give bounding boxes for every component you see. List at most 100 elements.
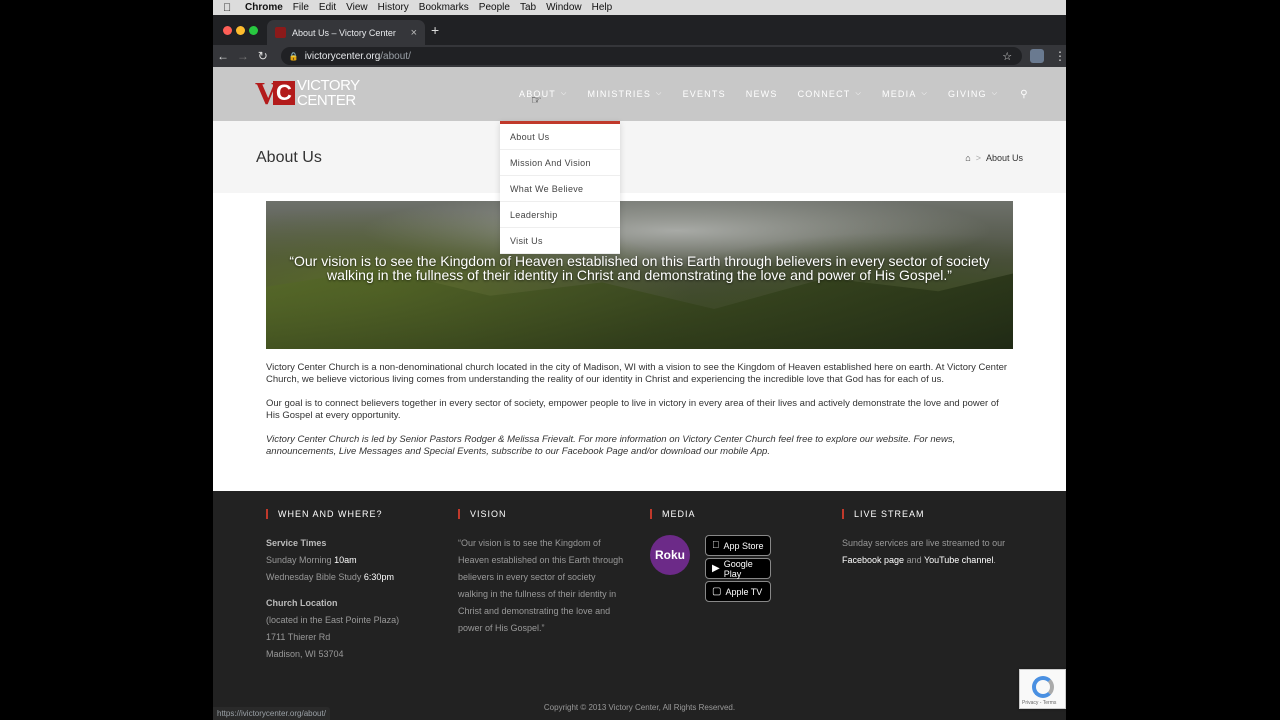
- vision-text: “Our vision is to see the Kingdom of Hea…: [458, 538, 624, 633]
- menu-people[interactable]: People: [479, 2, 510, 13]
- footer-media: MEDIA Roku App Store ▶Google Play ▢Appl…: [650, 509, 820, 605]
- sunday-time: 10am: [334, 555, 357, 565]
- new-tab-icon[interactable]: +: [431, 22, 439, 38]
- menu-tab[interactable]: Tab: [520, 2, 536, 13]
- about-dropdown-menu: About Us Mission And Vision What We Beli…: [500, 121, 620, 254]
- logo-mark: VC: [255, 77, 295, 109]
- address-bar[interactable]: 🔒 ivictorycenter.org/about/ ☆: [280, 47, 1023, 65]
- app-store-badge[interactable]: App Store: [705, 535, 771, 556]
- chevron-down-icon: ⌵: [921, 90, 929, 97]
- about-content: Victory Center Church is a non-denominat…: [266, 362, 1013, 470]
- nav-connect[interactable]: CONNECT ⌵: [788, 89, 872, 99]
- breadcrumb-separator: >: [975, 153, 981, 163]
- nav-ministries[interactable]: MINISTRIES ⌵: [578, 89, 673, 99]
- browser-tab[interactable]: About Us – Victory Center ×: [267, 20, 425, 45]
- recaptcha-legal: Privacy - Terms: [1022, 700, 1057, 706]
- copyright: Copyright © 2013 Victory Center, All Rig…: [543, 703, 736, 712]
- zoom-window-button[interactable]: [249, 26, 258, 35]
- location-note: (located in the East Pointe Plaza): [266, 615, 400, 625]
- menu-app-name[interactable]: Chrome: [245, 2, 283, 13]
- close-tab-icon[interactable]: ×: [411, 27, 417, 39]
- reload-icon[interactable]: ↻: [253, 49, 273, 63]
- recaptcha-badge[interactable]: Privacy - Terms: [1019, 669, 1066, 709]
- tv-icon: ▢: [712, 586, 722, 597]
- live-and: and: [906, 555, 922, 565]
- hero-banner: “Our vision is to see the Kingdom of Hea…: [266, 201, 1013, 349]
- macos-menubar:  Chrome File Edit View History Bookmark…: [213, 0, 1066, 15]
- dropdown-item-visit[interactable]: Visit Us: [500, 228, 620, 254]
- menu-help[interactable]: Help: [592, 2, 613, 13]
- footer-heading: MEDIA: [650, 509, 820, 519]
- dropdown-item-about-us[interactable]: About Us: [500, 124, 620, 150]
- breadcrumb-current: About Us: [985, 153, 1023, 163]
- page-title-bar: About Us ⌂ > About Us: [213, 121, 1066, 193]
- wednesday-label: Wednesday Bible Study: [266, 572, 362, 582]
- service-times-label: Service Times: [266, 538, 327, 548]
- lock-icon[interactable]: 🔒: [289, 52, 299, 61]
- menu-window[interactable]: Window: [546, 2, 582, 13]
- menu-edit[interactable]: Edit: [319, 2, 336, 13]
- nav-giving[interactable]: GIVING ⌵: [938, 89, 1008, 99]
- menu-file[interactable]: File: [293, 2, 309, 13]
- dropdown-item-leadership[interactable]: Leadership: [500, 202, 620, 228]
- menu-bookmarks[interactable]: Bookmarks: [419, 2, 469, 13]
- footer-when-where: WHEN AND WHERE? Service Times Sunday Mor…: [266, 509, 436, 663]
- browser-toolbar: ← → ↻ 🔒 ivictorycenter.org/about/ ☆ ⋮: [213, 45, 1066, 67]
- close-window-button[interactable]: [223, 26, 232, 35]
- live-end: .: [993, 555, 996, 565]
- breadcrumb: ⌂ > About Us: [965, 153, 1023, 163]
- roku-badge[interactable]: Roku: [650, 535, 690, 575]
- site-header: VC VICTORY CENTER ABOUT ⌵ MINISTRIES ⌵ EVE…: [213, 67, 1066, 121]
- nav-media[interactable]: MEDIA ⌵: [872, 89, 938, 99]
- profile-avatar[interactable]: [1030, 49, 1045, 63]
- chevron-down-icon: ⌵: [656, 90, 663, 97]
- footer-live-stream: LIVE STREAM Sunday services are live str…: [842, 509, 1012, 569]
- footer-heading: VISION: [458, 509, 626, 519]
- page-title: About Us: [256, 149, 322, 166]
- tab-strip: About Us – Victory Center × +: [213, 15, 1066, 45]
- favicon-icon: [275, 27, 286, 38]
- forward-icon[interactable]: →: [233, 49, 253, 63]
- apple-icon: : [712, 540, 720, 551]
- site-logo[interactable]: VC VICTORY CENTER: [255, 77, 360, 109]
- youtube-link[interactable]: YouTube channel: [924, 555, 993, 565]
- home-icon[interactable]: ⌂: [965, 153, 970, 163]
- dropdown-item-beliefs[interactable]: What We Believe: [500, 176, 620, 202]
- logo-line-2: CENTER: [297, 92, 356, 109]
- live-text: Sunday services are live streamed to our: [842, 538, 1006, 548]
- about-paragraph: Our goal is to connect believers togethe…: [266, 398, 999, 421]
- church-location-label: Church Location: [266, 598, 338, 608]
- recaptcha-icon: [1032, 676, 1054, 698]
- footer-vision: VISION “Our vision is to see the Kingdom…: [458, 509, 626, 637]
- url-host: ivictorycenter.org: [304, 50, 381, 62]
- chevron-down-icon: ⌵: [991, 90, 999, 97]
- wednesday-time: 6:30pm: [363, 572, 394, 582]
- sunday-label: Sunday Morning: [266, 555, 332, 565]
- play-icon: ▶: [712, 563, 720, 574]
- about-paragraph: Victory Center Church is a non-denominat…: [266, 362, 1008, 385]
- nav-news[interactable]: NEWS: [736, 89, 788, 99]
- facebook-link[interactable]: Facebook page: [842, 555, 904, 565]
- minimize-window-button[interactable]: [236, 26, 245, 35]
- menu-history[interactable]: History: [378, 2, 409, 13]
- dropdown-item-mission[interactable]: Mission And Vision: [500, 150, 620, 176]
- address-line-1: 1711 Thierer Rd: [266, 632, 331, 642]
- chevron-down-icon: ⌵: [855, 90, 863, 97]
- logo-line-1: VICTORY: [297, 77, 360, 94]
- nav-events[interactable]: EVENTS: [673, 89, 736, 99]
- site-footer: WHEN AND WHERE? Service Times Sunday Mor…: [213, 491, 1066, 720]
- chevron-down-icon: ⌵: [561, 90, 568, 97]
- status-bar-url: https://ivictorycenter.org/about/: [213, 707, 330, 720]
- bookmark-star-icon[interactable]: ☆: [1002, 50, 1012, 63]
- tab-title: About Us – Victory Center: [292, 27, 396, 38]
- google-play-badge[interactable]: ▶ Google Play: [705, 558, 771, 579]
- menu-view[interactable]: View: [346, 2, 368, 13]
- nav-about[interactable]: ABOUT ⌵: [509, 89, 578, 99]
- address-line-2: Madison, WI 53704: [266, 649, 344, 659]
- apple-icon[interactable]: : [223, 2, 235, 14]
- chrome-menu-icon[interactable]: ⋮: [1054, 49, 1066, 63]
- hero-quote: “Our vision is to see the Kingdom of Hea…: [289, 253, 990, 283]
- apple-tv-badge[interactable]: ▢ Apple TV: [705, 581, 771, 602]
- search-icon[interactable]: ⚲: [1008, 89, 1029, 100]
- back-icon[interactable]: ←: [213, 49, 233, 63]
